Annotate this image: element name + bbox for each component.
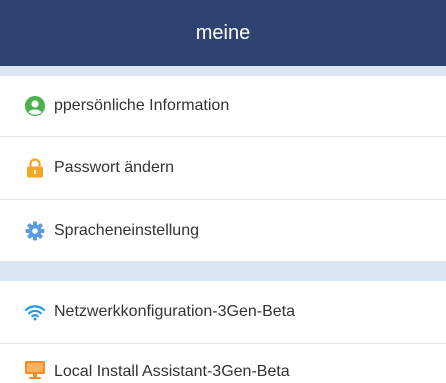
monitor-icon <box>24 359 46 381</box>
section-spacer <box>0 66 446 76</box>
wifi-icon <box>24 301 46 323</box>
page-title: meine <box>195 21 251 44</box>
lock-icon <box>24 157 46 179</box>
user-icon <box>24 95 46 117</box>
menu-item-network-config[interactable]: Netzwerkkonfiguration-3Gen-Beta <box>0 281 446 343</box>
menu-item-label: Spracheneinstellung <box>54 221 199 239</box>
menu-item-personal-info[interactable]: ppersönliche Information <box>0 76 446 136</box>
menu-item-local-install-assistant[interactable]: Local Install Assistant-3Gen-Beta <box>0 344 446 383</box>
gear-icon <box>24 220 46 242</box>
menu-item-language-settings[interactable]: Spracheneinstellung <box>0 200 446 261</box>
menu-item-label: Passwort ändern <box>54 159 175 176</box>
page-header: meine <box>0 0 446 66</box>
menu-item-label: Netzwerkkonfiguration-3Gen-Beta <box>54 303 296 320</box>
menu-item-label: ppersönliche Information <box>54 97 230 114</box>
menu-item-label: Local Install Assistant-3Gen-Beta <box>54 363 290 380</box>
menu-item-change-password[interactable]: Passwort ändern <box>0 137 446 199</box>
section-spacer <box>0 261 446 281</box>
